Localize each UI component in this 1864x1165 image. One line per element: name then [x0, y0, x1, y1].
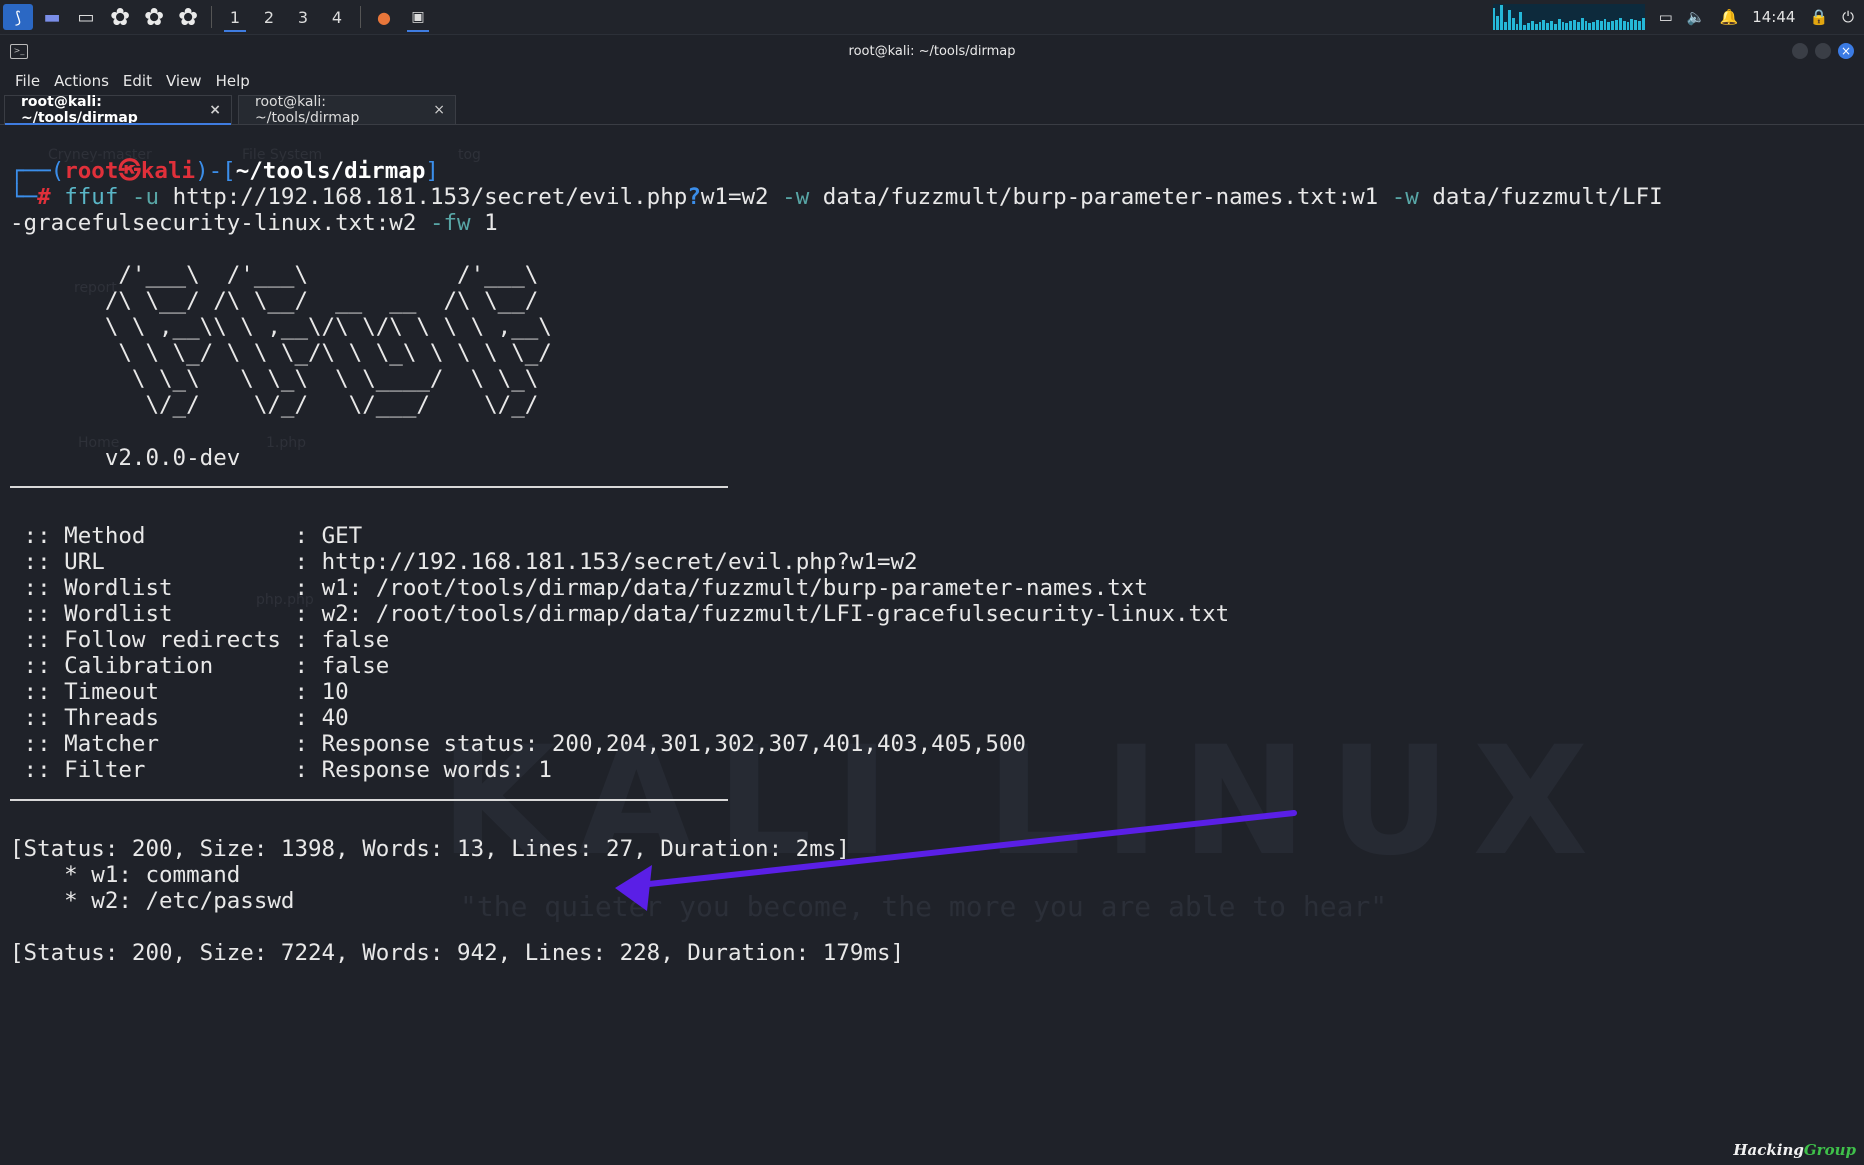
display-icon[interactable]: ▭ [1659, 8, 1673, 26]
tab-label: root@kali: ~/tools/dirmap [255, 94, 360, 126]
volume-icon[interactable]: 🔈 [1687, 8, 1706, 26]
file-manager-icon[interactable]: ▭ [71, 2, 101, 32]
separator [211, 6, 212, 28]
window-title: root@kali: ~/tools/dirmap [848, 43, 1016, 59]
cpu-graph [1492, 4, 1645, 30]
notification-bell-icon[interactable]: 🔔 [1720, 8, 1739, 26]
logout-icon[interactable]: ⏻ [1842, 8, 1854, 26]
maximize-button[interactable] [1815, 43, 1831, 59]
menu-view[interactable]: View [166, 72, 202, 90]
workspace-3[interactable]: 3 [288, 2, 318, 32]
terminal-view[interactable]: KALI LINUX "the quieter you become, the … [0, 125, 1864, 1165]
workspace-4[interactable]: 4 [322, 2, 352, 32]
hackinggroup-logo: HackingGroup [1733, 1141, 1856, 1159]
annotation-arrow [615, 810, 1297, 911]
settings-icon-1[interactable]: ✿ [105, 2, 135, 32]
minimize-button[interactable] [1792, 43, 1808, 59]
tab-terminal-2[interactable]: root@kali: ~/tools/dirmap × [238, 94, 456, 126]
terminal-task-icon[interactable]: ▣ [403, 2, 433, 32]
settings-icon-2[interactable]: ✿ [139, 2, 169, 32]
tab-close-icon[interactable]: × [209, 102, 221, 118]
tab-close-icon[interactable]: × [433, 102, 445, 118]
close-button[interactable]: × [1838, 43, 1854, 59]
separator [360, 6, 361, 28]
workspace-1[interactable]: 1 [220, 2, 250, 32]
menu-bar: File Actions Edit View Help [0, 67, 1864, 95]
kali-menu-icon[interactable]: ⟆ [3, 4, 33, 30]
tab-terminal-1[interactable]: root@kali: ~/tools/dirmap × [4, 94, 232, 126]
menu-actions[interactable]: Actions [54, 72, 109, 90]
show-desktop-icon[interactable]: ▬ [37, 2, 67, 32]
menu-file[interactable]: File [15, 72, 40, 90]
terminal-icon: >_ [10, 44, 28, 59]
window-titlebar[interactable]: >_ root@kali: ~/tools/dirmap × [0, 35, 1864, 67]
clock[interactable]: 14:44 [1752, 8, 1795, 26]
lock-icon[interactable]: 🔒 [1809, 8, 1828, 26]
menu-edit[interactable]: Edit [123, 72, 152, 90]
firefox-icon[interactable]: ● [369, 2, 399, 32]
tab-bar: root@kali: ~/tools/dirmap × root@kali: ~… [0, 94, 1864, 126]
settings-icon-3[interactable]: ✿ [173, 2, 203, 32]
menu-help[interactable]: Help [216, 72, 250, 90]
top-panel: ⟆ ▬ ▭ ✿ ✿ ✿ 1 2 3 4 ● ▣ ▭ 🔈 🔔 14:44 🔒 ⏻ [0, 0, 1864, 35]
tab-label: root@kali: ~/tools/dirmap [21, 94, 138, 126]
workspace-2[interactable]: 2 [254, 2, 284, 32]
